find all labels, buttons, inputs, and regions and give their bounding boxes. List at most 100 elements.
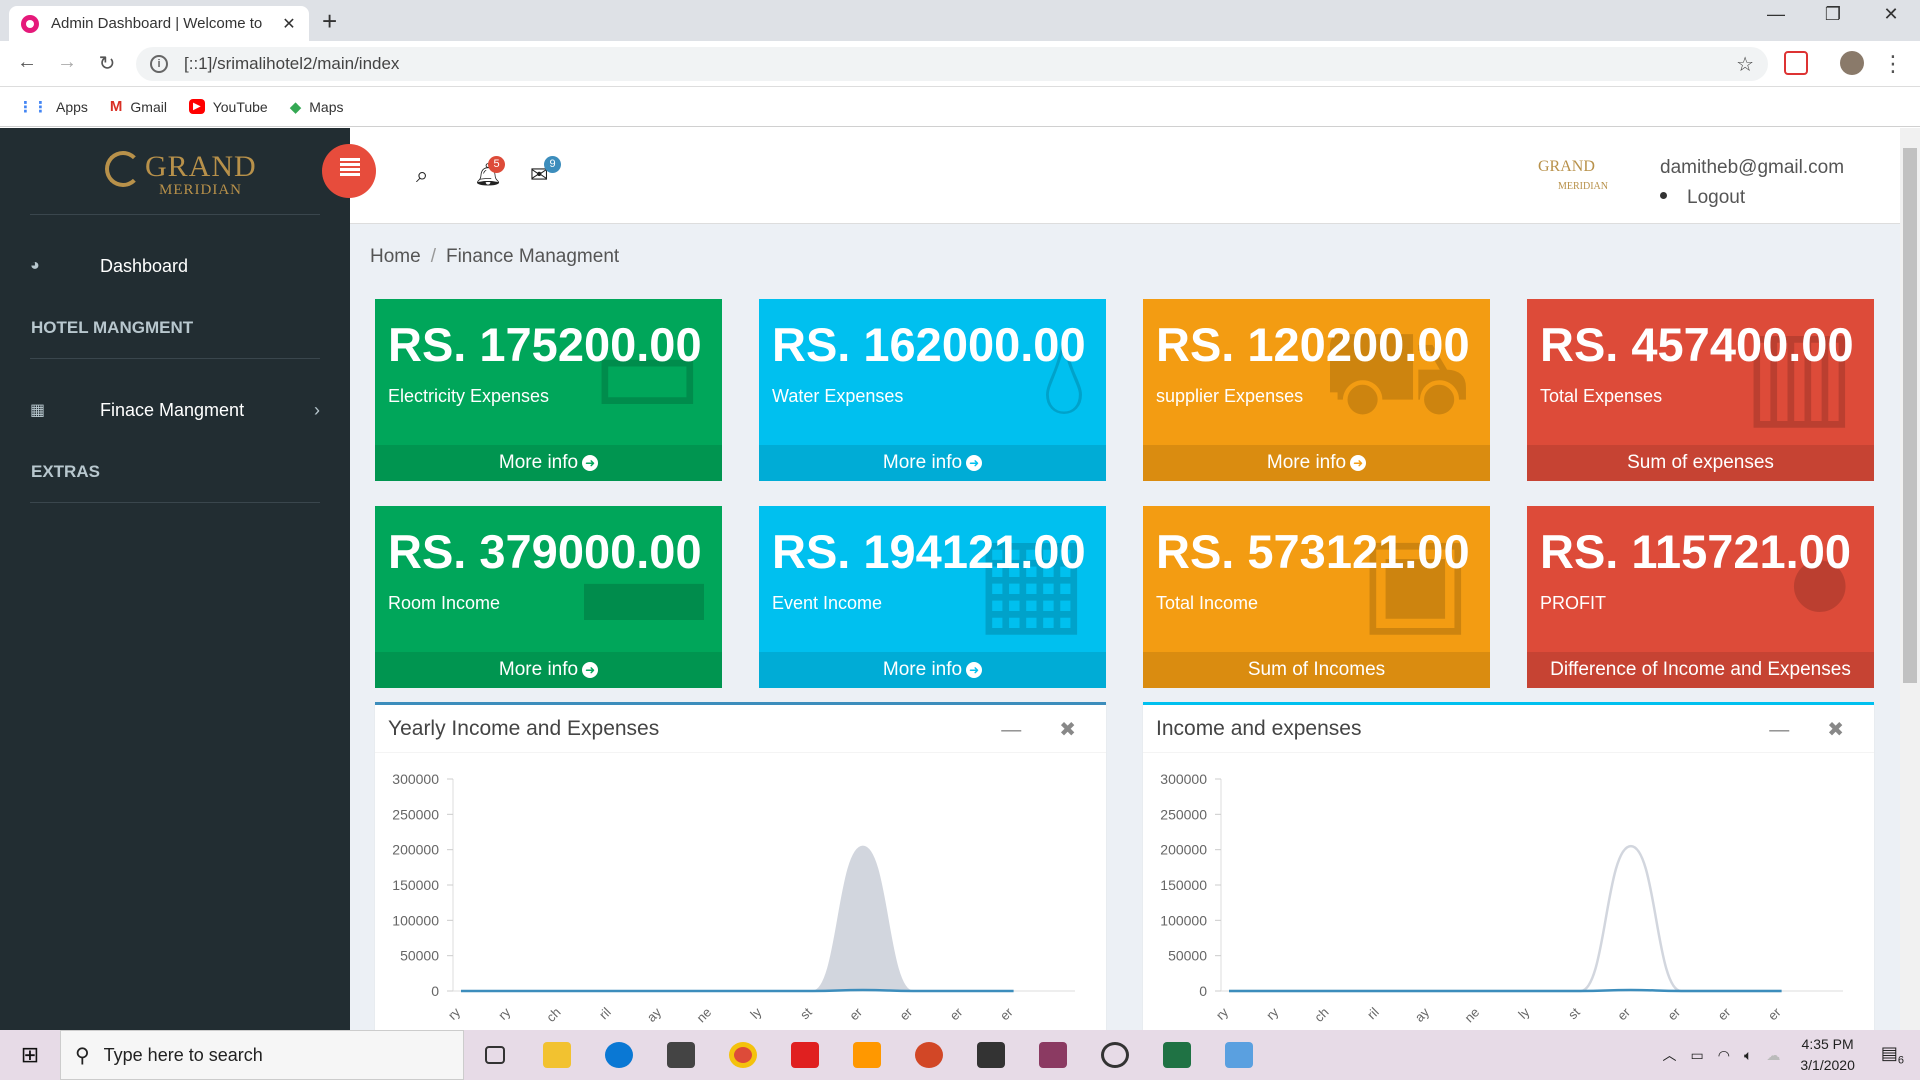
notifications-bell-icon[interactable]: 🔔︎ 5	[474, 156, 505, 188]
address-bar[interactable]: i [::1]/srimalihotel2/main/index ☆	[136, 47, 1768, 81]
collapse-icon[interactable]: —	[1769, 719, 1789, 741]
y-tick-label: 0	[431, 983, 439, 999]
breadcrumb-home[interactable]: Home	[370, 246, 421, 267]
excel-icon[interactable]	[1146, 1030, 1208, 1080]
profile-avatar[interactable]	[1840, 51, 1864, 75]
bookmark-gmail[interactable]: M Gmail	[110, 98, 167, 115]
series-line	[460, 988, 1014, 993]
x-tick-label: er	[1614, 1004, 1633, 1023]
info-box-footer-link[interactable]: Difference of Income and Expenses	[1527, 652, 1874, 688]
clock[interactable]: 4:35 PM 3/1/2020	[1800, 1034, 1855, 1076]
mail-icon[interactable]	[650, 1030, 712, 1080]
notifications-badge: 5	[488, 156, 505, 173]
bookmark-maps[interactable]: ◆ Maps	[290, 98, 344, 116]
y-tick-label: 300000	[1160, 771, 1207, 787]
x-tick-label: er	[1715, 1004, 1734, 1023]
search-icon[interactable]: ⌕	[416, 162, 428, 188]
info-box-footer-link[interactable]: Sum of expenses	[1527, 445, 1874, 481]
y-tick-label: 250000	[1160, 806, 1207, 822]
scrollbar-thumb[interactable]	[1903, 148, 1917, 683]
info-box-value: RS. 120200.00	[1156, 318, 1470, 371]
forward-icon[interactable]: →	[54, 51, 80, 74]
bullet-icon	[1660, 192, 1667, 199]
x-tick-label: er	[947, 1004, 966, 1023]
messages-badge: 9	[544, 156, 561, 173]
chrome-menu-icon[interactable]: ⋮	[1880, 51, 1906, 77]
info-box-label: Water Expenses	[772, 386, 904, 406]
action-center-icon[interactable]: ▤6	[1881, 1043, 1904, 1067]
series-line	[1228, 844, 1782, 993]
sidebar-item-finance[interactable]: ▦ Finace Mangment ›	[0, 390, 350, 430]
bookmark-apps[interactable]: ⋮⋮ Apps	[18, 98, 88, 116]
reload-icon[interactable]: ↻	[94, 51, 120, 76]
powerpoint-icon[interactable]	[898, 1030, 960, 1080]
x-tick-label: st	[797, 1004, 815, 1022]
chevron-right-icon: ›	[314, 399, 320, 420]
browser-tab[interactable]: Admin Dashboard | Welcome to ✕	[9, 6, 309, 41]
task-view-icon[interactable]	[464, 1030, 526, 1080]
y-tick-label: 200000	[1160, 842, 1207, 858]
x-tick-label: er	[1664, 1004, 1683, 1023]
media-icon[interactable]	[1084, 1030, 1146, 1080]
x-tick-label: ril	[596, 1004, 614, 1022]
tab-close-icon[interactable]: ✕	[281, 14, 297, 34]
wifi-icon[interactable]: ◠	[1718, 1047, 1730, 1064]
y-tick-label: 150000	[392, 877, 439, 893]
restore-icon[interactable]: ❐	[1813, 4, 1853, 25]
sublime-icon[interactable]	[836, 1030, 898, 1080]
windows-taskbar: ⊞ ⚲ Type here to search ︿ ▭ ◠ 🔈︎ ☁ 4:35 …	[0, 1030, 1920, 1080]
web-page: GRAND MERIDIAN ◕ Dashboard HOTEL MANGMEN…	[0, 128, 1920, 1030]
top-navbar: ⌕ 🔔︎ 5 ✉ 9 GRAND MERIDIAN damitheb@gmail.…	[350, 128, 1900, 224]
user-menu: damitheb@gmail.com Logout	[1660, 153, 1844, 213]
bookmark-youtube[interactable]: ▶ YouTube	[188, 99, 268, 115]
url-text[interactable]: [::1]/srimalihotel2/main/index	[184, 54, 1736, 74]
winrar-icon[interactable]	[1022, 1030, 1084, 1080]
info-box-footer-link[interactable]: More info ➜	[759, 652, 1106, 688]
y-tick-label: 50000	[400, 948, 439, 964]
x-tick-label: ry	[1213, 1004, 1232, 1023]
sidebar-logo[interactable]: GRAND MERIDIAN	[105, 150, 257, 198]
arrow-circle-right-icon: ➜	[966, 661, 983, 678]
minimize-icon[interactable]: —	[1756, 4, 1796, 25]
close-icon[interactable]: ✖	[1827, 719, 1844, 741]
volume-icon[interactable]: 🔈︎	[1744, 1047, 1752, 1064]
bookmark-star-icon[interactable]: ☆	[1736, 52, 1754, 77]
windows-start-icon[interactable]: ⊞	[0, 1042, 60, 1068]
info-box-footer-link[interactable]: More info ➜	[1143, 445, 1490, 481]
control-panel-icon[interactable]	[1208, 1030, 1270, 1080]
video-editor-icon[interactable]	[960, 1030, 1022, 1080]
back-icon[interactable]: ←	[14, 51, 40, 74]
y-tick-label: 250000	[392, 806, 439, 822]
address-toolbar: ← → ↻ i [::1]/srimalihotel2/main/index ☆…	[0, 41, 1920, 87]
y-tick-label: 100000	[1160, 912, 1207, 928]
battery-icon[interactable]: ▭	[1691, 1047, 1704, 1064]
tray-chevron-up-icon[interactable]: ︿	[1663, 1045, 1677, 1065]
sidebar-toggle-button[interactable]	[322, 144, 376, 198]
extension-icon[interactable]	[1784, 51, 1808, 75]
page-scrollbar[interactable]	[1900, 128, 1920, 1030]
chrome-icon[interactable]	[712, 1030, 774, 1080]
onedrive-icon[interactable]: ☁	[1766, 1047, 1780, 1064]
site-info-icon[interactable]: i	[150, 55, 168, 73]
window-close-icon[interactable]: ✕	[1871, 4, 1911, 25]
info-box-footer-link[interactable]: More info ➜	[759, 445, 1106, 481]
file-explorer-icon[interactable]	[526, 1030, 588, 1080]
new-tab-button[interactable]: +	[322, 6, 337, 36]
content-area: Home / Finance Managment ▭ RS. 175200.00 Ele…	[350, 224, 1900, 1030]
acrobat-icon[interactable]	[774, 1030, 836, 1080]
info-box-footer-link[interactable]: More info ➜	[375, 652, 722, 688]
info-box: ▣ RS. 573121.00 Total Income Sum of Incomes	[1143, 506, 1490, 688]
info-box-footer-link[interactable]: Sum of Incomes	[1143, 652, 1490, 688]
taskbar-search[interactable]: ⚲ Type here to search	[60, 1030, 464, 1080]
sidebar-item-dashboard[interactable]: ◕ Dashboard	[0, 246, 350, 286]
collapse-icon[interactable]: —	[1001, 719, 1021, 741]
x-tick-label: er	[896, 1004, 915, 1023]
info-box-footer-link[interactable]: More info ➜	[375, 445, 722, 481]
messages-envelope-icon[interactable]: ✉ 9	[530, 156, 561, 188]
x-tick-label: ne	[1461, 1005, 1482, 1026]
info-box-label: Total Income	[1156, 593, 1259, 613]
close-icon[interactable]: ✖	[1059, 719, 1076, 741]
info-box-label: supplier Expenses	[1156, 386, 1304, 406]
edge-icon[interactable]	[588, 1030, 650, 1080]
logout-link[interactable]: Logout	[1687, 187, 1745, 208]
